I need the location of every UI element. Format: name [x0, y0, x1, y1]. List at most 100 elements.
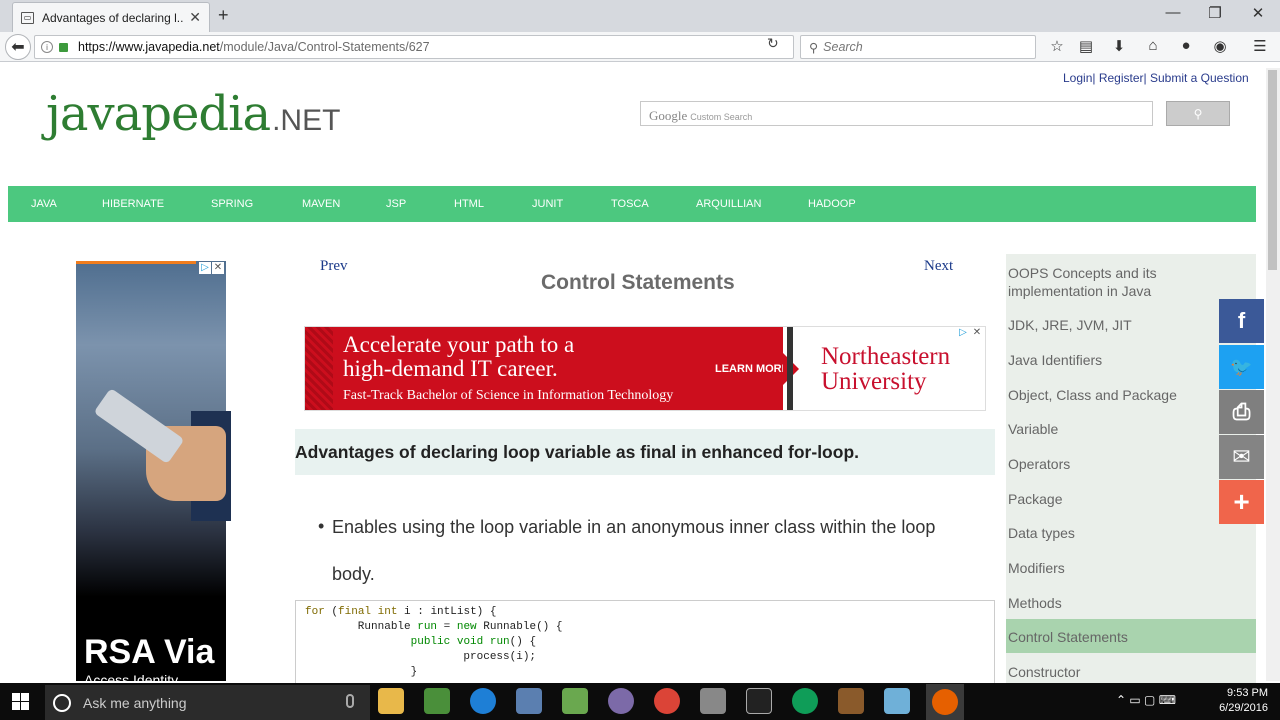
- submit-question-link[interactable]: Submit a Question: [1150, 71, 1249, 85]
- chat-icon[interactable]: ●: [1175, 37, 1197, 57]
- store-icon[interactable]: [424, 688, 450, 714]
- system-tray-icons[interactable]: ⌃ ▭ ▢ ⌨: [1116, 693, 1176, 707]
- file-explorer-icon[interactable]: [378, 688, 404, 714]
- secure-lock-icon: [59, 42, 68, 52]
- menu-item-java[interactable]: JAVA: [31, 198, 57, 210]
- sidebar-item-identifiers[interactable]: Java Identifiers: [1008, 351, 1208, 369]
- clock-time: 9:53 PM: [1227, 687, 1268, 699]
- facebook-icon: f: [1237, 308, 1246, 333]
- menu-item-spring[interactable]: SPRING: [211, 198, 253, 210]
- search-icon: ⚲: [1193, 106, 1203, 121]
- email-share-button[interactable]: ✉: [1219, 435, 1264, 479]
- browser-tab[interactable]: ▭ Advantages of declaring l... ✕: [12, 2, 210, 32]
- notes-icon[interactable]: [884, 688, 910, 714]
- tab-close-icon[interactable]: ✕: [189, 9, 201, 26]
- chrome-icon[interactable]: [654, 688, 680, 714]
- app-window-icon[interactable]: [516, 688, 542, 714]
- menu-item-tosca[interactable]: TOSCA: [611, 198, 649, 210]
- browser-search-input[interactable]: ⚲ Search: [800, 35, 1036, 59]
- sidebar-item-package[interactable]: Package: [1008, 490, 1208, 508]
- site-logo[interactable]: javapedia.NET: [46, 86, 340, 142]
- clock-date: 6/29/2016: [1219, 702, 1268, 714]
- site-info-icon[interactable]: i: [41, 41, 53, 53]
- edge-icon[interactable]: [470, 688, 496, 714]
- firefox-taskbar-button[interactable]: [926, 684, 964, 720]
- close-window-button[interactable]: ✕: [1248, 4, 1268, 22]
- taskbar-clock[interactable]: 9:53 PM 6/29/2016: [1216, 686, 1268, 716]
- star-icon[interactable]: ☆: [1046, 37, 1068, 57]
- minimize-button[interactable]: —: [1163, 4, 1183, 21]
- ad-close-icon[interactable]: ✕: [212, 262, 224, 274]
- menu-item-arquillian[interactable]: ARQUILLIAN: [696, 198, 761, 210]
- ad-top-bar: [76, 261, 196, 264]
- adchoices-icon[interactable]: ▷: [199, 262, 211, 274]
- bullet-dot: •: [318, 516, 325, 536]
- sidebar-item-control-statements[interactable]: Control Statements: [1008, 628, 1208, 646]
- google-search-button[interactable]: ⚲: [1166, 101, 1230, 126]
- register-link[interactable]: Register: [1099, 71, 1144, 85]
- prev-link[interactable]: Prev: [320, 258, 348, 275]
- menu-item-maven[interactable]: MAVEN: [302, 198, 340, 210]
- ad-close-icon[interactable]: ✕: [971, 327, 983, 339]
- sidebar-item-methods[interactable]: Methods: [1008, 594, 1208, 612]
- banner-divider: [787, 327, 793, 410]
- address-bar[interactable]: i https://www.javapedia.net/module/Java/…: [34, 35, 794, 59]
- app-icon[interactable]: [838, 688, 864, 714]
- sidebar-item-operators[interactable]: Operators: [1008, 455, 1208, 473]
- menu-item-jsp[interactable]: JSP: [386, 198, 406, 210]
- banner-brand: Northeastern University: [821, 343, 951, 395]
- left-advertisement[interactable]: [76, 261, 231, 681]
- banner-stripe: [305, 327, 333, 410]
- banner-advertisement[interactable]: Accelerate your path to a high-demand IT …: [304, 326, 986, 411]
- twitter-share-button[interactable]: 🐦: [1219, 345, 1264, 389]
- sidebar-item-variable[interactable]: Variable: [1008, 420, 1208, 438]
- new-tab-button[interactable]: +: [218, 5, 229, 26]
- sidebar-item-object-class[interactable]: Object, Class and Package: [1008, 386, 1208, 404]
- adchoices-icon[interactable]: ▷: [957, 327, 969, 339]
- search-placeholder: Search: [823, 40, 863, 54]
- ad-title: RSA Via: [84, 633, 215, 671]
- login-link[interactable]: Login: [1063, 71, 1092, 85]
- next-link[interactable]: Next: [924, 258, 953, 275]
- eclipse-icon[interactable]: [608, 688, 634, 714]
- microphone-icon[interactable]: [346, 694, 354, 708]
- more-share-button[interactable]: +: [1219, 480, 1264, 524]
- sidebar-item-modifiers[interactable]: Modifiers: [1008, 559, 1208, 577]
- menu-item-junit[interactable]: JUNIT: [532, 198, 563, 210]
- notepad-icon[interactable]: [562, 688, 588, 714]
- url-text: https://www.javapedia.net/module/Java/Co…: [78, 40, 430, 54]
- scrollbar-thumb[interactable]: [1268, 70, 1277, 270]
- question-heading: Advantages of declaring loop variable as…: [295, 429, 995, 475]
- learn-more-button[interactable]: LEARN MORE: [715, 363, 789, 375]
- back-arrow-icon: ⬅: [11, 39, 25, 56]
- menu-item-html[interactable]: HTML: [454, 198, 484, 210]
- terminal-icon[interactable]: [746, 688, 772, 714]
- menu-icon[interactable]: ☰: [1249, 37, 1271, 57]
- reload-icon[interactable]: ↻: [767, 35, 779, 52]
- back-button[interactable]: ⬅: [5, 34, 31, 60]
- print-button[interactable]: ⎙: [1219, 390, 1264, 434]
- page-title: Control Statements: [541, 271, 735, 294]
- menu-item-hibernate[interactable]: HIBERNATE: [102, 198, 164, 210]
- sidebar-item-jdk[interactable]: JDK, JRE, JVM, JIT: [1008, 316, 1208, 334]
- google-search-input[interactable]: Google Custom Search: [640, 101, 1153, 126]
- restore-button[interactable]: ❐: [1205, 4, 1225, 22]
- home-icon[interactable]: ⌂: [1142, 37, 1164, 57]
- chrome-alt-icon[interactable]: [792, 688, 818, 714]
- tools-icon[interactable]: [700, 688, 726, 714]
- menu-item-hadoop[interactable]: HADOOP: [808, 198, 856, 210]
- tab-title: Advantages of declaring l...: [42, 10, 184, 25]
- reading-list-icon[interactable]: ▤: [1075, 37, 1097, 57]
- code-block: for (final int i : intList) { Runnable r…: [295, 600, 995, 690]
- download-icon[interactable]: ⬇: [1108, 37, 1130, 57]
- search-icon: ⚲: [809, 40, 819, 55]
- sidebar-item-data-types[interactable]: Data types: [1008, 524, 1208, 542]
- custom-search-label: Custom Search: [690, 112, 753, 122]
- cortana-search-box[interactable]: Ask me anything: [45, 685, 370, 720]
- facebook-share-button[interactable]: f: [1219, 299, 1264, 343]
- account-links: Login| Register| Submit a Question: [1063, 71, 1249, 85]
- sidebar-item-constructor[interactable]: Constructor: [1008, 663, 1208, 681]
- pocket-icon[interactable]: ◉: [1209, 37, 1231, 57]
- sidebar-item-oops[interactable]: OOPS Concepts and its implementation in …: [1008, 264, 1208, 300]
- windows-start-icon[interactable]: [12, 693, 30, 711]
